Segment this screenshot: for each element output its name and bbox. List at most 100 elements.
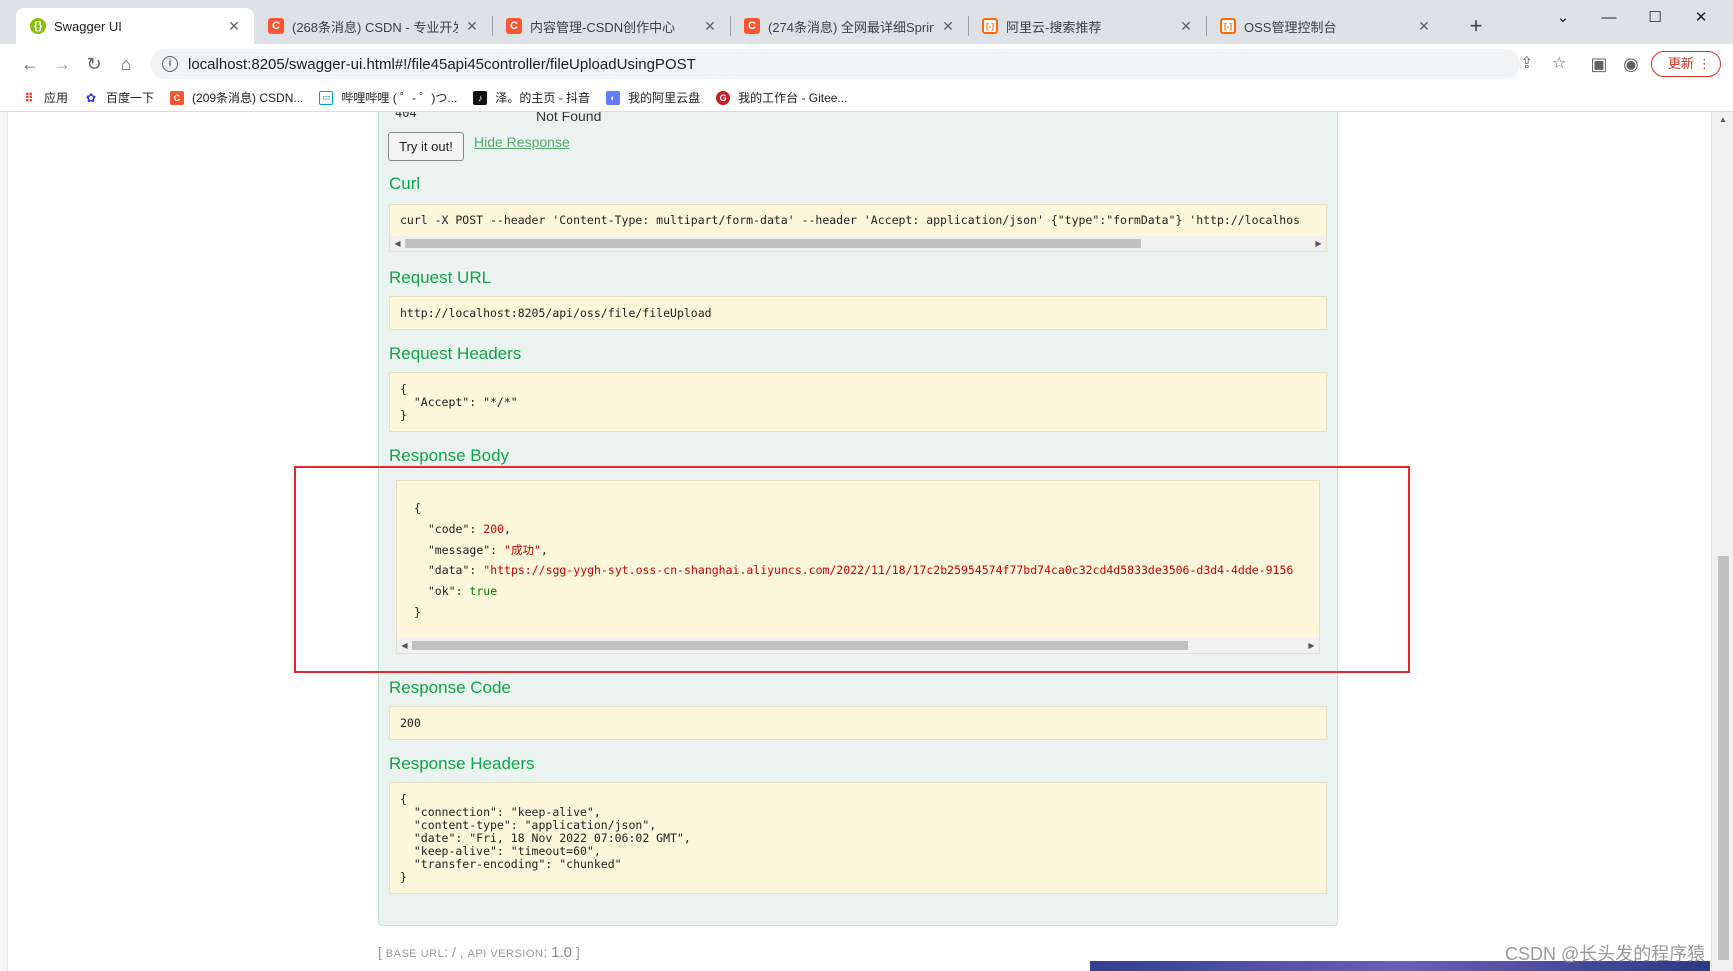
request-headers-box: { "Accept": "*/*" } (389, 372, 1327, 432)
tab-csdn-springboot[interactable]: C (274条消息) 全网最详细SpringB ✕ (730, 8, 968, 44)
update-label: 更新 (1668, 56, 1695, 71)
bookmark-label: 我的阿里云盘 (628, 91, 701, 105)
base-url-label: BASE URL (385, 948, 445, 960)
bookmark-baidu[interactable]: ✿ 百度一下 (84, 89, 154, 106)
watermark: CSDN @长头发的程序猿 (1505, 944, 1706, 964)
response-code: 200 (400, 716, 421, 730)
minimize-icon[interactable]: — (1586, 4, 1632, 32)
page-scrollbar[interactable]: ▲ (1711, 112, 1733, 971)
aliyun-icon: [-] (1220, 18, 1236, 34)
tab-csdn-creator[interactable]: C 内容管理-CSDN创作中心 ✕ (492, 8, 730, 44)
bookmark-gitee[interactable]: G 我的工作台 - Gitee... (716, 89, 847, 106)
api-version: 1.0 (551, 944, 572, 961)
share-icon[interactable]: ⇪ (1520, 49, 1533, 79)
scroll-left-icon[interactable]: ◀ (390, 236, 405, 251)
bookmark-csdn[interactable]: C (209条消息) CSDN... (170, 89, 303, 106)
aliyun-drive-icon: ◐ (606, 90, 621, 105)
close-icon[interactable]: ✕ (1416, 18, 1432, 35)
csdn-icon: C (170, 90, 185, 105)
api-version-label: API VERSION (467, 948, 544, 960)
tab-aliyun-search[interactable]: [-] 阿里云-搜索推荐 ✕ (968, 8, 1206, 44)
tab-label: (274条消息) 全网最详细SpringB (768, 19, 934, 35)
response-code-heading: Response Code (389, 678, 511, 697)
back-icon[interactable]: ← (16, 50, 44, 78)
close-icon[interactable]: ✕ (940, 18, 956, 35)
request-headers: { "Accept": "*/*" } (400, 382, 518, 422)
forward-icon[interactable]: → (48, 50, 76, 78)
close-icon[interactable]: ✕ (702, 18, 718, 35)
reload-icon[interactable]: ↻ (80, 50, 108, 78)
side-panel-icon[interactable]: ▣ (1585, 50, 1613, 78)
left-edge (0, 112, 8, 971)
tab-label: (268条消息) CSDN - 专业开发者 (292, 19, 458, 35)
update-button[interactable]: 更新 ⋮ (1651, 51, 1721, 77)
bookmark-apps[interactable]: ⠿ 应用 (22, 89, 68, 106)
highlight-box (294, 466, 1410, 673)
bilibili-icon: ▭ (319, 90, 334, 105)
tab-search-icon[interactable]: ⌄ (1540, 4, 1586, 32)
bookmark-label: 百度一下 (106, 91, 155, 105)
apps-grid-icon: ⠿ (24, 90, 34, 105)
bookmark-label: (209条消息) CSDN... (192, 91, 304, 105)
request-url-heading: Request URL (389, 268, 492, 287)
curl-scrollbar[interactable]: ◀ ▶ (390, 236, 1326, 251)
scroll-right-icon[interactable]: ▶ (1311, 236, 1326, 251)
swagger-footer: [ BASE URL: / , API VERSION: 1.0 ] (378, 944, 580, 961)
bookmark-label: 哔哩哔哩 ( ゜- ゜)つ... (341, 91, 458, 105)
profile-avatar-icon[interactable]: ◉ (1617, 50, 1645, 78)
tab-label: 内容管理-CSDN创作中心 (530, 19, 676, 35)
swagger-icon: {} (30, 18, 46, 34)
tab-swagger-ui[interactable]: {} Swagger UI ✕ (16, 8, 254, 44)
request-headers-heading: Request Headers (389, 344, 522, 363)
status-reason: Not Found (536, 112, 602, 124)
bookmark-aliyun-drive[interactable]: ◐ 我的阿里云盘 (606, 89, 700, 106)
page-viewport: 404 Not Found Try it out! Hide Response … (0, 112, 1733, 971)
site-info-icon[interactable]: i (162, 56, 178, 72)
browser-window: {} Swagger UI ✕ C (268条消息) CSDN - 专业开发者 … (0, 0, 1733, 971)
scroll-thumb[interactable] (1718, 556, 1729, 960)
close-icon[interactable]: ✕ (226, 18, 242, 35)
bookmark-label: 应用 (44, 91, 69, 105)
status-code: 404 (395, 112, 417, 120)
csdn-icon: C (506, 18, 522, 34)
curl-box: curl -X POST --header 'Content-Type: mul… (389, 204, 1327, 252)
bookmark-douyin[interactable]: ♪ 泽。的主页 - 抖音 (473, 89, 590, 106)
home-icon[interactable]: ⌂ (112, 50, 140, 78)
try-it-out-button[interactable]: Try it out! (388, 132, 464, 161)
response-code-box: 200 (389, 706, 1327, 740)
csdn-icon: C (744, 18, 760, 34)
scroll-thumb[interactable] (405, 239, 1141, 248)
curl-heading: Curl (389, 174, 421, 193)
star-icon[interactable]: ☆ (1552, 49, 1566, 79)
scroll-up-icon[interactable]: ▲ (1712, 112, 1733, 128)
browser-toolbar: ← → ↻ ⌂ i localhost:8205/swagger-ui.html… (0, 44, 1733, 84)
window-close-icon[interactable]: ✕ (1678, 4, 1724, 32)
base-url: / (451, 944, 456, 960)
tab-label: 阿里云-搜索推荐 (1006, 19, 1102, 35)
curl-command: curl -X POST --header 'Content-Type: mul… (400, 213, 1301, 227)
bookmark-bilibili[interactable]: ▭ 哔哩哔哩 ( ゜- ゜)つ... (319, 89, 457, 106)
tab-csdn[interactable]: C (268条消息) CSDN - 专业开发者 ✕ (254, 8, 492, 44)
tab-label: OSS管理控制台 (1244, 19, 1337, 35)
aliyun-icon: [-] (982, 18, 998, 34)
close-icon[interactable]: ✕ (1178, 18, 1194, 35)
tab-label: Swagger UI (54, 18, 122, 34)
close-icon[interactable]: ✕ (464, 18, 480, 35)
request-url: http://localhost:8205/api/oss/file/fileU… (400, 306, 712, 320)
bookmark-label: 泽。的主页 - 抖音 (495, 91, 591, 105)
new-tab-button[interactable]: + (1462, 12, 1490, 40)
bookmark-label: 我的工作台 - Gitee... (738, 91, 848, 105)
more-menu-icon[interactable]: ⋮ (1698, 52, 1711, 76)
gitee-icon: G (716, 90, 731, 105)
csdn-icon: C (268, 18, 284, 34)
douyin-icon: ♪ (473, 90, 488, 105)
address-bar[interactable]: i localhost:8205/swagger-ui.html#!/file4… (150, 49, 1566, 79)
response-headers-heading: Response Headers (389, 754, 535, 773)
response-headers-box: { "connection": "keep-alive", "content-t… (389, 782, 1327, 894)
response-body-heading: Response Body (389, 446, 510, 465)
response-headers: { "connection": "keep-alive", "content-t… (400, 792, 691, 884)
maximize-icon[interactable]: ☐ (1632, 4, 1678, 32)
hide-response-link[interactable]: Hide Response (474, 134, 570, 150)
request-url-box: http://localhost:8205/api/oss/file/fileU… (389, 296, 1327, 330)
tab-oss-console[interactable]: [-] OSS管理控制台 ✕ (1206, 8, 1444, 44)
